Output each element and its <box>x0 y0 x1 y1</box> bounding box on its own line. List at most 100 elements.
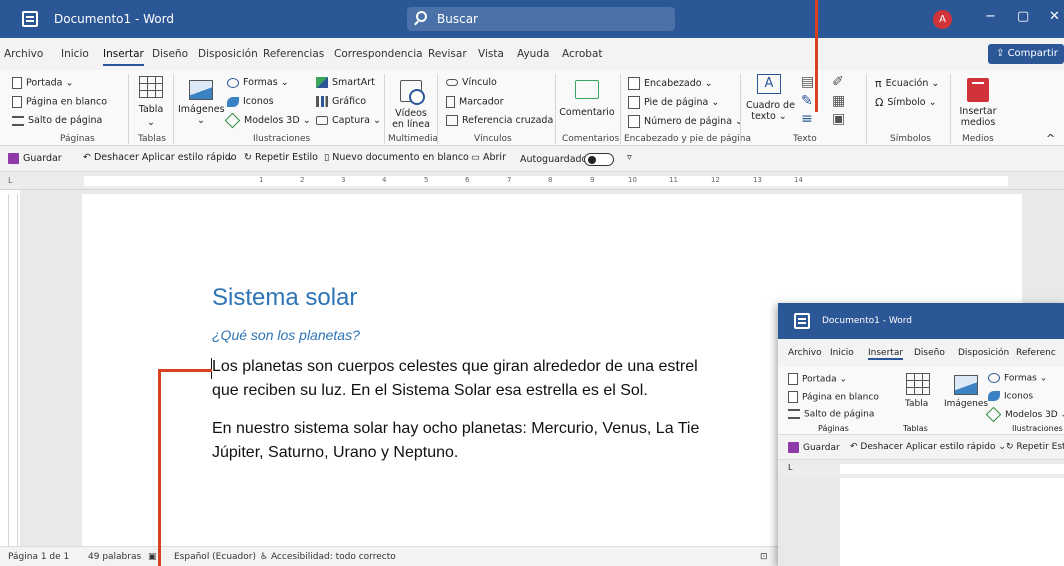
date-time-icon[interactable]: ▦ <box>832 93 845 109</box>
tab-correspondencia[interactable]: Correspondencia <box>334 48 423 60</box>
tab-revisar[interactable]: Revisar <box>428 48 467 60</box>
signature-line-icon[interactable]: ✐ <box>832 74 844 90</box>
drop-cap-icon[interactable]: ≡ <box>801 111 813 127</box>
tab-vista[interactable]: Vista <box>478 48 504 60</box>
tab-selector[interactable]: L <box>788 463 792 472</box>
pagina-en-blanco-button[interactable]: Página en blanco <box>12 96 107 108</box>
avatar[interactable]: A <box>933 10 952 29</box>
proofing-icon[interactable]: ▣ <box>148 552 157 562</box>
inset-guardar-button[interactable]: Guardar <box>788 442 840 453</box>
salto-de-pagina-button[interactable]: Salto de página <box>12 115 102 126</box>
close-button[interactable]: ✕ <box>1049 9 1060 24</box>
search-box[interactable]: Buscar <box>407 7 675 31</box>
document-title[interactable]: Sistema solar <box>212 284 357 312</box>
bookmark-icon <box>446 96 455 108</box>
undo-dropdown-icon[interactable]: ⌄ <box>226 152 234 163</box>
imagenes-button[interactable]: Imágenes ⌄ <box>178 80 225 126</box>
paragraph-line[interactable]: Júpiter, Saturno, Urano y Neptuno. <box>212 444 458 462</box>
referencia-cruzada-button[interactable]: Referencia cruzada <box>446 115 553 126</box>
guardar-button[interactable]: Guardar <box>8 153 62 164</box>
grafico-button[interactable]: Gráfico <box>316 96 366 107</box>
nuevo-documento-button[interactable]: ▯ Nuevo documento en blanco <box>324 152 469 163</box>
inset-imagenes-label[interactable]: Imágenes <box>944 399 988 409</box>
captura-button[interactable]: Captura ⌄ <box>316 115 381 126</box>
collapse-ribbon-icon[interactable]: ^ <box>1046 132 1055 145</box>
inset-tabla-label[interactable]: Tabla <box>905 399 928 409</box>
videos-en-linea-button[interactable]: Vídeos en línea <box>390 80 432 130</box>
paragraph-line[interactable]: que reciben su luz. En el Sistema Solar … <box>212 382 648 400</box>
tab-selector[interactable]: L <box>8 176 12 185</box>
focus-icon[interactable]: ⊡ <box>760 552 768 562</box>
search-placeholder: Buscar <box>437 12 478 26</box>
inset-portada-button[interactable]: Portada ⌄ <box>788 373 847 385</box>
insertar-medios-button[interactable]: Insertar medios <box>955 78 1001 128</box>
language[interactable]: Español (Ecuador) <box>174 552 256 562</box>
object-icon[interactable]: ▣ <box>832 111 845 127</box>
inset-tab-inicio[interactable]: Inicio <box>830 348 854 358</box>
maximize-button[interactable]: ▢ <box>1017 9 1029 24</box>
numero-de-pagina-button[interactable]: Número de página ⌄ <box>628 115 743 128</box>
page-count[interactable]: Página 1 de 1 <box>8 552 69 562</box>
tab-disposicion[interactable]: Disposición <box>198 48 258 60</box>
share-button[interactable]: ⇪ Compartir <box>988 44 1064 64</box>
inset-tab-disposicion[interactable]: Disposición <box>958 348 1009 358</box>
inset-iconos-button[interactable]: Iconos <box>988 391 1033 402</box>
3d-model-icon <box>224 112 241 129</box>
paragraph-line[interactable]: Los planetas son cuerpos celestes que gi… <box>212 358 698 376</box>
wordart-icon[interactable]: ✎ <box>801 93 813 109</box>
inset-tab-insertar[interactable]: Insertar <box>868 348 904 360</box>
inset-formas-button[interactable]: Formas ⌄ <box>988 373 1047 384</box>
group-label-encabezado: Encabezado y pie de página <box>624 134 751 144</box>
abrir-button[interactable]: ▭ Abrir <box>471 152 506 163</box>
inset-repetir-button[interactable]: ↻ Repetir Estilo <box>1006 442 1064 452</box>
repetir-button[interactable]: ↻ Repetir Estilo <box>244 152 318 163</box>
inset-tab-referencias[interactable]: Referenc <box>1016 348 1056 358</box>
inset-deshacer-button[interactable]: ↶ Deshacer Aplicar estilo rápido ⌄ <box>850 442 1006 452</box>
portada-button[interactable]: Portada ⌄ <box>12 77 74 89</box>
inset-pagina-blanco-button[interactable]: Página en blanco <box>788 391 879 403</box>
encabezado-button[interactable]: Encabezado ⌄ <box>628 77 713 90</box>
inset-tab-archivo[interactable]: Archivo <box>788 348 822 358</box>
tab-diseno[interactable]: Diseño <box>152 48 188 60</box>
page-break-icon <box>788 409 800 419</box>
ruler-number: 3 <box>341 176 346 184</box>
marcador-label: Marcador <box>459 96 504 108</box>
inset-tab-diseno[interactable]: Diseño <box>914 348 945 358</box>
comentario-button[interactable]: Comentario <box>558 80 616 118</box>
autosave-toggle[interactable] <box>584 153 614 166</box>
tab-ayuda[interactable]: Ayuda <box>517 48 549 60</box>
tab-referencias[interactable]: Referencias <box>263 48 324 60</box>
formas-button[interactable]: Formas ⌄ <box>227 77 289 88</box>
inset-modelos-button[interactable]: Modelos 3D ⌄ <box>985 406 1064 423</box>
cuadro-de-texto-button[interactable]: A Cuadro de texto ⌄ <box>746 74 795 122</box>
tabla-button[interactable]: Tabla ⌄ <box>136 76 166 128</box>
inset-document-page[interactable] <box>840 478 1064 566</box>
modelos-3d-button[interactable]: Modelos 3D ⌄ <box>224 112 311 129</box>
save-icon <box>788 442 799 453</box>
minimize-button[interactable]: − <box>985 9 996 24</box>
paragraph-line[interactable]: En nuestro sistema solar hay ocho planet… <box>212 420 699 438</box>
deshacer-button[interactable]: ↶ Deshacer Aplicar estilo rápido <box>83 152 237 163</box>
group-divider <box>437 74 438 144</box>
ecuacion-button[interactable]: π Ecuación ⌄ <box>875 77 939 90</box>
customize-qat-icon[interactable]: ▿ <box>627 152 632 163</box>
table-icon <box>906 373 930 395</box>
tab-acrobat[interactable]: Acrobat <box>562 48 603 60</box>
tab-inicio[interactable]: Inicio <box>61 48 89 60</box>
quick-parts-icon[interactable]: ▤ <box>801 74 814 90</box>
pie-de-pagina-button[interactable]: Pie de página ⌄ <box>628 96 719 109</box>
tab-archivo[interactable]: Archivo <box>4 48 43 60</box>
document-subtitle[interactable]: ¿Qué son los planetas? <box>212 327 360 343</box>
horizontal-ruler[interactable]: L 1 2 3 4 5 6 7 8 9 10 11 12 13 14 <box>0 172 1064 190</box>
inset-salto-button[interactable]: Salto de página <box>788 409 874 420</box>
inset-formas-label: Formas <box>1004 373 1037 384</box>
iconos-button[interactable]: Iconos <box>227 96 274 107</box>
marcador-button[interactable]: Marcador <box>446 96 504 108</box>
simbolo-button[interactable]: Ω Símbolo ⌄ <box>875 96 937 109</box>
accessibility-status[interactable]: ♿ Accesibilidad: todo correcto <box>260 552 396 562</box>
tab-insertar[interactable]: Insertar <box>103 48 144 66</box>
vinculo-button[interactable]: Vínculo <box>446 77 497 88</box>
word-count[interactable]: 49 palabras <box>88 552 141 562</box>
redo-icon: ↻ <box>244 152 255 163</box>
smartart-button[interactable]: SmartArt <box>316 77 375 88</box>
